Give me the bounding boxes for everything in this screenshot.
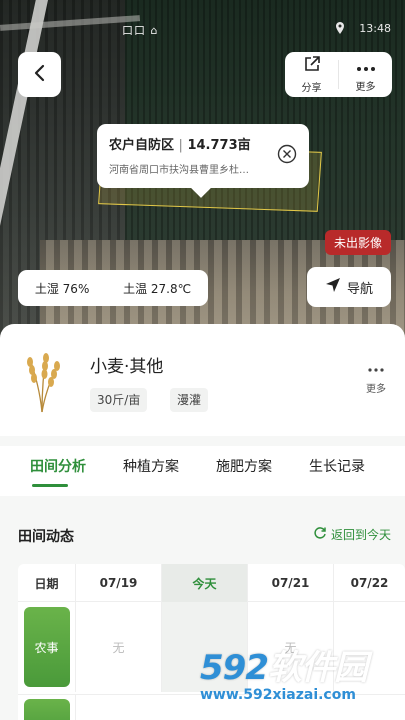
tab-field-analysis[interactable]: 田间分析	[30, 446, 86, 476]
back-to-today-label: 返回到今天	[330, 528, 391, 542]
navigate-button[interactable]: 导航	[307, 267, 391, 307]
refresh-icon	[313, 526, 327, 543]
watermark-url: www.592xiazai.com	[200, 687, 356, 703]
table-header-today[interactable]: 今天	[162, 564, 248, 602]
field-title: 农户自防区 | 14.773亩	[109, 134, 297, 153]
chevron-left-icon	[33, 64, 47, 86]
more-button[interactable]: 更多	[339, 52, 392, 97]
crop-name: 小麦·其他	[90, 357, 164, 377]
more-dots-icon	[361, 360, 391, 376]
navigate-label: 导航	[346, 281, 373, 297]
tab-fertilization-plan[interactable]: 施肥方案	[216, 446, 272, 476]
table-header-day[interactable]: 07/19	[76, 564, 162, 602]
table-cell[interactable]: 无	[76, 602, 162, 692]
soil-moisture: 土湿 76%	[34, 281, 90, 296]
share-label: 分享	[301, 83, 322, 94]
tab-growth-record[interactable]: 生长记录	[309, 446, 365, 476]
row-label-cell	[18, 695, 76, 720]
watermark-brand: 592软件园	[200, 648, 368, 688]
row-label-farming: 农事	[23, 607, 70, 687]
status-time: 13:48	[359, 22, 391, 35]
table-header-row: 日期 07/19 今天 07/21 07/22	[18, 564, 405, 602]
location-icon	[335, 22, 345, 37]
top-action-group: 分享 更多	[285, 52, 392, 97]
close-circle-icon[interactable]	[277, 144, 297, 164]
navigation-arrow-icon	[325, 277, 341, 297]
status-signal: 口口 ⌂	[122, 24, 159, 37]
crop-more-label: 更多	[366, 384, 386, 395]
more-label: 更多	[355, 81, 376, 93]
more-dots-icon	[356, 57, 376, 76]
crop-tag-yield: 30斤/亩	[90, 388, 148, 412]
table-header-day[interactable]: 07/22	[334, 564, 405, 602]
back-to-today-button[interactable]: 返回到今天	[313, 526, 391, 543]
field-address: 河南省周口市扶沟县曹里乡杜…	[109, 165, 249, 176]
soil-temperature: 土温 27.8℃	[123, 281, 192, 296]
soil-info: 土湿 76% 土温 27.8℃	[18, 270, 208, 306]
field-info-popup[interactable]: 农户自防区 | 14.773亩 河南省周口市扶沟县曹里乡杜…	[97, 124, 309, 188]
title-separator: |	[178, 138, 183, 153]
tab-planting-plan[interactable]: 种植方案	[123, 446, 179, 476]
field-area: 14.773亩	[187, 138, 251, 153]
status-bar: 口口 ⌂ 13:48	[0, 22, 405, 40]
section-divider	[0, 436, 405, 446]
table-header-date: 日期	[18, 564, 76, 602]
watermark-logo: 592软件园 www.592xiazai.com	[200, 640, 405, 720]
share-icon	[303, 55, 321, 77]
active-tab-indicator	[32, 484, 68, 487]
field-name: 农户自防区	[109, 138, 175, 153]
wheat-icon	[18, 348, 66, 414]
back-button[interactable]	[18, 52, 61, 97]
crop-tag-irrigation: 漫灌	[170, 388, 209, 412]
satellite-map[interactable]: 口口 ⌂ 13:48 分享 更多 农户自防区 | 14.773亩 河南省周口市扶…	[0, 0, 405, 345]
row-label-pill	[23, 699, 70, 720]
row-label-cell: 农事	[18, 602, 76, 692]
share-button[interactable]: 分享	[285, 52, 338, 97]
panel-title: 田间动态	[18, 529, 74, 545]
table-header-day[interactable]: 07/21	[248, 564, 334, 602]
no-image-badge: 未出影像	[324, 230, 391, 255]
crop-more-button[interactable]: 更多	[361, 360, 391, 395]
